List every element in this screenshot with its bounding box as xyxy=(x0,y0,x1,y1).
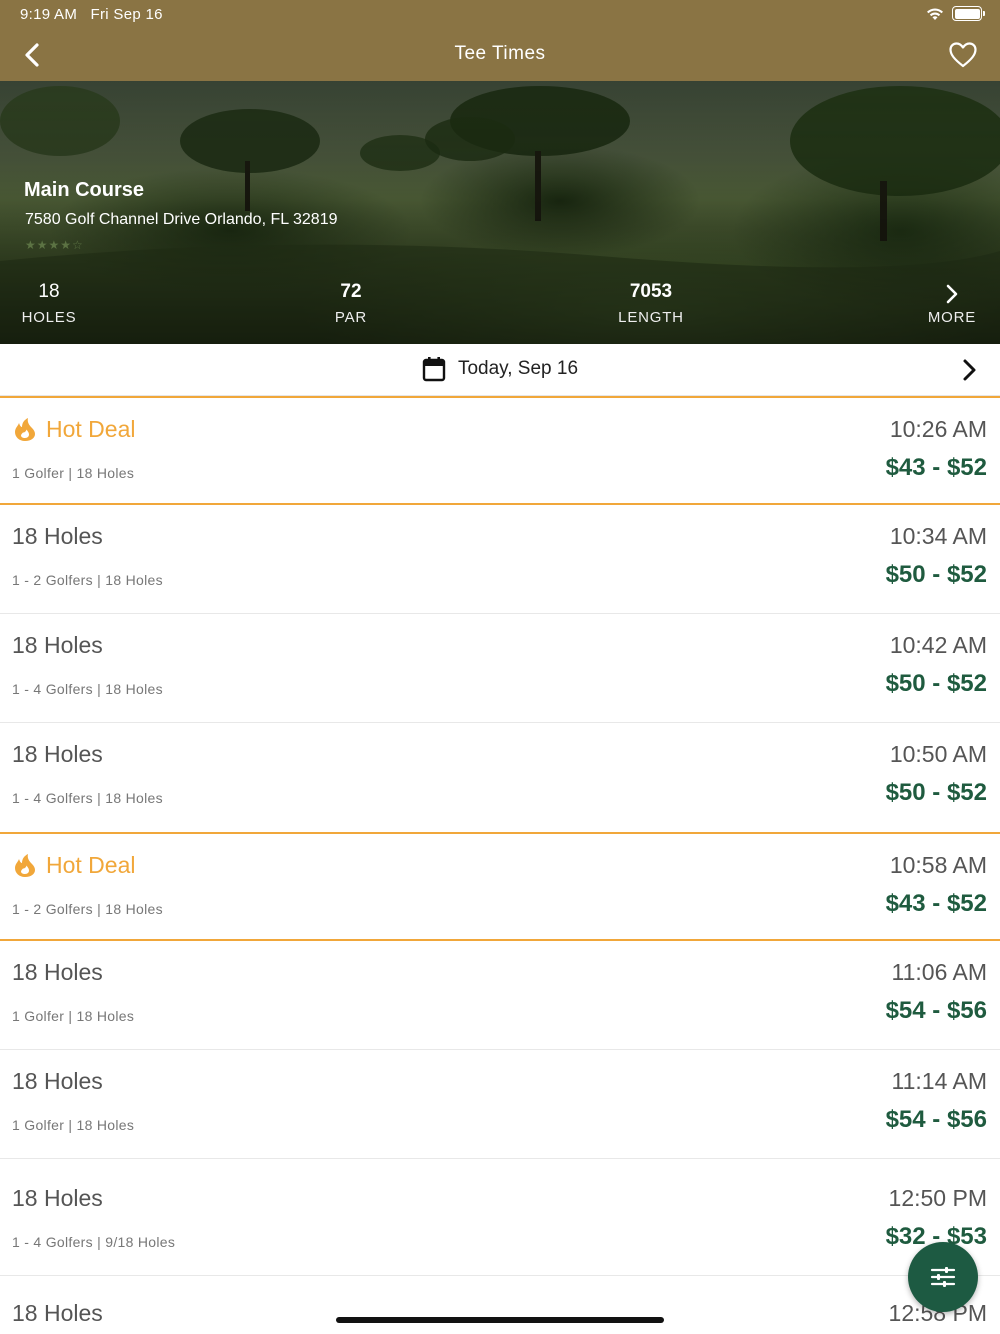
home-indicator xyxy=(336,1317,664,1323)
heart-icon xyxy=(949,42,977,68)
tee-time-title: Hot Deal xyxy=(46,416,136,442)
tee-time-title: 18 Holes xyxy=(12,1185,103,1211)
tee-time-details: 1 - 2 Golfers | 18 Holes xyxy=(12,572,163,588)
tee-time-row[interactable]: 18 Holes 12:58 PM xyxy=(0,1276,1000,1334)
tee-time-price: $54 - $56 xyxy=(885,1106,987,1133)
tee-time-time: 10:26 AM xyxy=(889,416,987,442)
tee-time-time: 11:14 AM xyxy=(891,1068,987,1094)
date-picker[interactable]: Today, Sep 16 xyxy=(0,356,1000,382)
tee-time-row[interactable]: 18 Holes 1 - 4 Golfers | 18 Holes 10:42 … xyxy=(0,614,1000,723)
chevron-right-icon xyxy=(946,284,958,304)
chevron-right-icon xyxy=(963,359,976,381)
status-bar-time: 9:19 AM Fri Sep 16 xyxy=(20,6,163,23)
calendar-icon xyxy=(422,357,446,382)
tee-time-title: 18 Holes xyxy=(12,523,103,549)
tee-time-price: $43 - $52 xyxy=(885,454,987,481)
tee-time-list: Hot Deal 1 Golfer | 18 Holes 10:26 AM $4… xyxy=(0,396,1000,1334)
tee-time-row[interactable]: 18 Holes 1 Golfer | 18 Holes 11:14 AM $5… xyxy=(0,1050,1000,1159)
rating-stars: ★★★★☆ xyxy=(25,238,84,252)
tee-time-details: 1 Golfer | 18 Holes xyxy=(12,465,135,481)
stat-par: 72 PAR xyxy=(334,281,368,326)
favorite-button[interactable] xyxy=(948,41,978,69)
tee-time-time: 10:50 AM xyxy=(889,741,987,767)
page-title: Tee Times xyxy=(454,43,546,64)
tee-time-row[interactable]: 18 Holes 1 Golfer | 18 Holes 11:06 AM $5… xyxy=(0,941,1000,1050)
tee-time-row[interactable]: 18 Holes 1 - 4 Golfers | 9/18 Holes 12:5… xyxy=(0,1159,1000,1276)
tee-time-time: 12:50 PM xyxy=(888,1185,987,1211)
tee-time-row[interactable]: 18 Holes 1 - 2 Golfers | 18 Holes 10:34 … xyxy=(0,505,1000,614)
tee-time-price: $50 - $52 xyxy=(885,779,987,806)
tee-time-details: 1 Golfer | 18 Holes xyxy=(12,1008,135,1024)
filter-button[interactable] xyxy=(908,1242,978,1312)
tee-time-price: $50 - $52 xyxy=(885,670,987,697)
tee-time-price: $43 - $52 xyxy=(885,890,987,917)
course-name: Main Course xyxy=(24,179,145,201)
wifi-icon xyxy=(927,7,943,20)
tee-time-row[interactable]: Hot Deal 1 Golfer | 18 Holes 10:26 AM $4… xyxy=(0,396,1000,505)
tee-time-details: 1 - 4 Golfers | 9/18 Holes xyxy=(12,1234,176,1250)
tee-time-row[interactable]: 18 Holes 1 - 4 Golfers | 18 Holes 10:50 … xyxy=(0,723,1000,832)
tee-time-time: 10:42 AM xyxy=(889,632,987,658)
tee-time-row[interactable]: Hot Deal 1 - 2 Golfers | 18 Holes 10:58 … xyxy=(0,832,1000,941)
tee-time-title: 18 Holes xyxy=(12,741,103,767)
course-address: 7580 Golf Channel Drive Orlando, FL 3281… xyxy=(25,211,338,228)
header-bar: 9:19 AM Fri Sep 16 Tee Times xyxy=(0,0,1000,81)
battery-icon xyxy=(952,6,985,21)
flame-icon xyxy=(15,417,35,441)
tee-time-details: 1 - 2 Golfers | 18 Holes xyxy=(12,901,163,917)
tee-time-price: $54 - $56 xyxy=(885,997,987,1024)
tee-time-title: Hot Deal xyxy=(46,852,136,878)
stat-length: 7053 LENGTH xyxy=(618,281,684,326)
sliders-icon xyxy=(930,1267,956,1287)
next-date-button[interactable] xyxy=(960,357,980,383)
date-selector: Today, Sep 16 xyxy=(0,344,1000,396)
status-bar-date: Fri Sep 16 xyxy=(90,6,163,23)
tee-time-details: 1 - 4 Golfers | 18 Holes xyxy=(12,681,163,697)
tee-time-title: 18 Holes xyxy=(12,632,103,658)
tee-time-title: 18 Holes xyxy=(12,1300,103,1326)
stat-holes: 18 HOLES xyxy=(21,281,77,326)
course-hero-image: Main Course 7580 Golf Channel Drive Orla… xyxy=(0,81,1000,344)
tee-time-time: 11:06 AM xyxy=(891,959,987,985)
tee-time-details: 1 Golfer | 18 Holes xyxy=(12,1117,135,1133)
flame-icon xyxy=(15,853,35,877)
more-button[interactable]: MORE xyxy=(904,281,1000,326)
tee-time-time: 10:58 AM xyxy=(889,852,987,878)
status-indicators xyxy=(926,6,985,21)
tee-time-details: 1 - 4 Golfers | 18 Holes xyxy=(12,790,163,806)
tee-time-title: 18 Holes xyxy=(12,1068,103,1094)
tee-time-time: 10:34 AM xyxy=(889,523,987,549)
tee-time-title: 18 Holes xyxy=(12,959,103,985)
tee-time-price: $50 - $52 xyxy=(885,561,987,588)
date-label: Today, Sep 16 xyxy=(457,358,579,379)
